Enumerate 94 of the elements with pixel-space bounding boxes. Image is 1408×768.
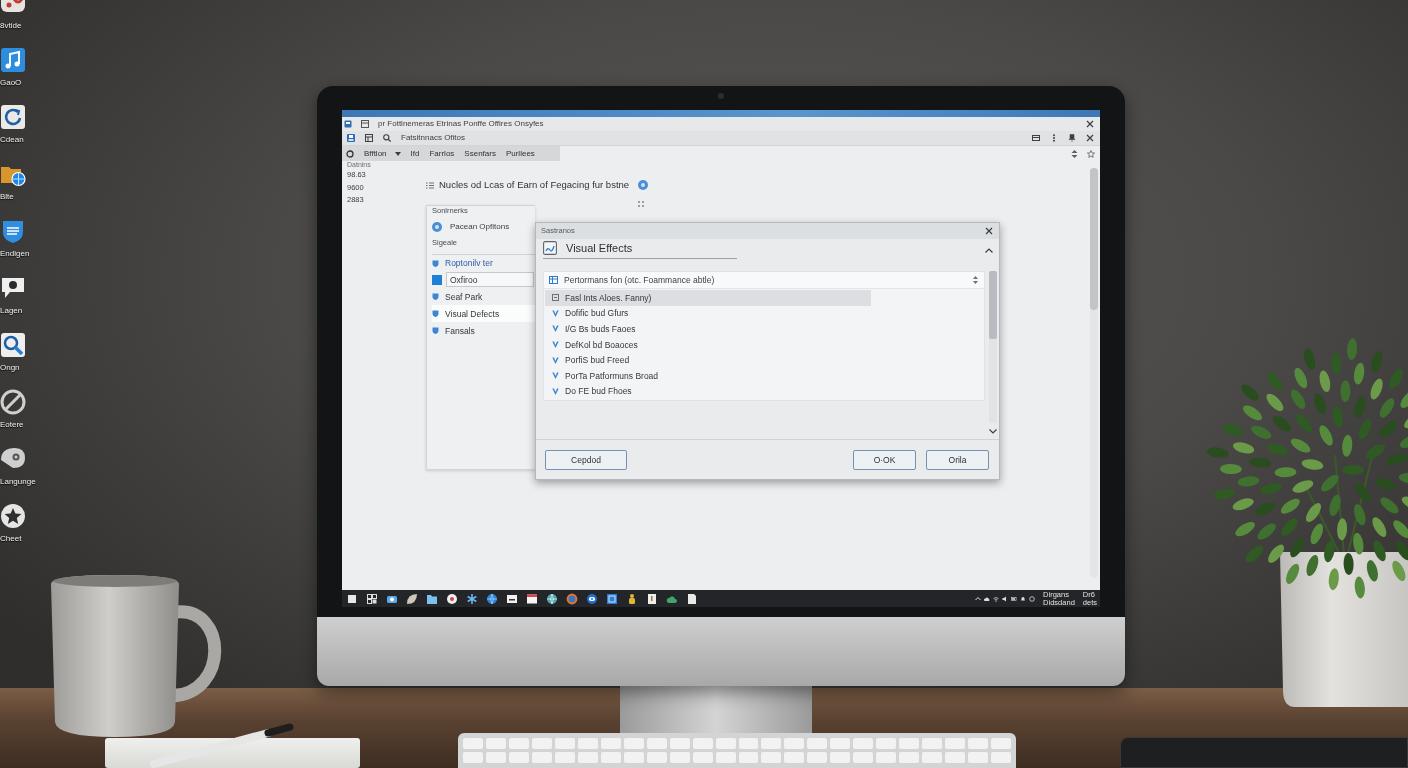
section-heading: Visual Effects [566,241,633,255]
chevron-up-icon[interactable] [975,595,982,602]
dialog-button[interactable]: Orila [926,449,989,470]
music-note-icon[interactable] [0,47,26,73]
shield-icon [432,293,439,300]
layout-icon[interactable] [365,134,373,142]
close-icon[interactable] [1086,120,1094,128]
icon-label: Cdean [0,135,24,144]
menu-item[interactable]: Bfftlon [364,148,401,159]
close-icon[interactable] [1086,134,1094,142]
list-row[interactable]: PorfiS bud Freed [545,352,871,368]
star-icon[interactable] [1087,149,1095,158]
refresh-icon[interactable] [0,104,26,130]
page-heading: Nucles od Lcas of Earn of Fegacing fur bstne [439,179,630,191]
figure-icon[interactable] [626,592,638,605]
icon-label: Eotere [0,420,24,429]
location-text: Fatsitnnacs Ofitos [401,133,466,143]
caret-icon [394,151,401,156]
list-item[interactable]: Seaf Park [432,288,535,305]
chevron-up-icon[interactable] [985,248,993,253]
frame-icon[interactable] [606,592,618,605]
window-icon[interactable] [506,592,518,605]
column-header[interactable]: Pertormans fon (otc. Foammance abtle) [564,275,715,285]
shield-icon [432,327,439,334]
menu-item[interactable]: Farrlos [429,148,455,159]
text-field[interactable]: Oxfiroo [446,272,534,287]
ring-icon[interactable] [566,592,578,605]
list-item[interactable]: Fansals [432,322,535,339]
window-title: pr Fottlnemeras Etrinas Ponffe Offires Onsyfes [378,119,544,129]
chat-bubble-icon[interactable] [446,592,458,605]
close-icon[interactable] [985,227,993,235]
menu-item[interactable]: Ssenfars [464,148,496,159]
webcam-icon [718,93,724,99]
app-icon [344,120,352,128]
shield-icon[interactable] [0,218,26,244]
search-icon[interactable] [383,134,391,142]
menu-item[interactable]: Ifd [410,148,420,159]
battery-icon[interactable] [1011,595,1018,602]
more-icon[interactable] [1050,134,1058,142]
list-row[interactable]: Fasl Ints Aloes. Fanny) [545,290,871,306]
bell-icon[interactable] [1020,595,1027,602]
speaker-icon[interactable] [1002,595,1009,602]
window-icon[interactable] [1032,134,1040,142]
pin-icon[interactable] [1068,134,1076,142]
window-icon [361,120,369,128]
icon-label: GaoO [0,78,22,87]
document-icon[interactable] [686,592,698,605]
eye-icon[interactable] [586,592,598,605]
scrollbar[interactable] [1090,168,1098,578]
drag-handle-icon[interactable] [638,201,644,207]
dot-icon [638,180,649,190]
list-row[interactable]: I/G Bs buds Faoes [545,321,871,337]
shield-icon [432,310,439,317]
list-icon [426,181,434,189]
radio-button[interactable] [432,222,442,232]
list-row[interactable]: PorTa Patformuns Broad [545,367,871,384]
chart-window-icon [543,241,557,255]
dialog-button[interactable]: Cepdod [545,449,627,470]
table-icon [549,276,558,284]
search-icon[interactable] [0,332,26,358]
sort-icon[interactable] [1071,149,1078,158]
collapse-box-icon [552,294,559,302]
grid-icon[interactable] [366,592,378,605]
radio-label: Pacean Opfitons [450,222,510,232]
cloud-icon[interactable] [984,595,991,602]
disc-icon[interactable] [0,389,26,415]
calendar-icon[interactable] [526,592,538,605]
globe-icon[interactable] [486,592,498,605]
list-row[interactable]: Dofific bud Gfurs [545,305,871,322]
menu-item[interactable]: Purllees [505,148,535,159]
icon-label: Blte [0,192,14,201]
icon-label: Cheet [0,534,22,543]
icon-label: Langunge [0,477,36,486]
leaf-icon[interactable] [406,592,418,605]
icon-label: 8vtide [0,21,22,30]
square-icon[interactable] [346,592,358,605]
shield-icon [432,259,439,267]
icon-label: Endigen [0,249,30,258]
dialog-button[interactable]: O·OK [853,449,916,470]
save-icon[interactable] [347,134,355,142]
swatch-icon [432,274,442,285]
note-icon[interactable] [646,592,658,605]
list-row[interactable]: DefKol bd Boaoces [545,336,871,353]
chevron-down-icon[interactable] [988,429,997,434]
circle-icon[interactable] [346,149,354,158]
sort-icon[interactable] [973,276,978,284]
list-row[interactable]: Do FE bud Fhoes [545,383,871,400]
scrollbar[interactable] [988,271,997,423]
snowflake-icon[interactable] [466,592,478,605]
wifi-icon[interactable] [993,595,1000,602]
folder-icon[interactable] [426,592,438,605]
icon-label: Lagen [0,306,23,315]
icon-label: Ongn [0,363,20,372]
list-item[interactable]: Visual Defects [432,305,535,322]
